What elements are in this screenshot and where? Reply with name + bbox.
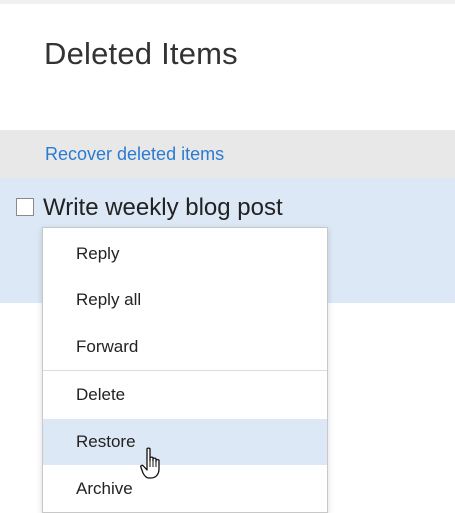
recover-bar: Recover deleted items bbox=[0, 130, 455, 178]
top-strip bbox=[0, 0, 455, 4]
context-menu: Reply Reply all Forward Delete Restore A… bbox=[42, 227, 328, 513]
menu-item-reply-all[interactable]: Reply all bbox=[43, 277, 327, 323]
page-title: Deleted Items bbox=[44, 36, 238, 71]
menu-item-reply[interactable]: Reply bbox=[43, 231, 327, 277]
message-subject: Write weekly blog post bbox=[43, 194, 283, 221]
menu-item-forward[interactable]: Forward bbox=[43, 324, 327, 370]
menu-item-archive[interactable]: Archive bbox=[43, 466, 327, 512]
menu-item-delete[interactable]: Delete bbox=[43, 372, 327, 418]
recover-deleted-items-link[interactable]: Recover deleted items bbox=[45, 144, 224, 165]
menu-item-restore[interactable]: Restore bbox=[43, 419, 327, 465]
hand-pointer-icon bbox=[140, 447, 160, 479]
menu-separator bbox=[43, 370, 327, 371]
message-checkbox[interactable] bbox=[16, 198, 34, 216]
